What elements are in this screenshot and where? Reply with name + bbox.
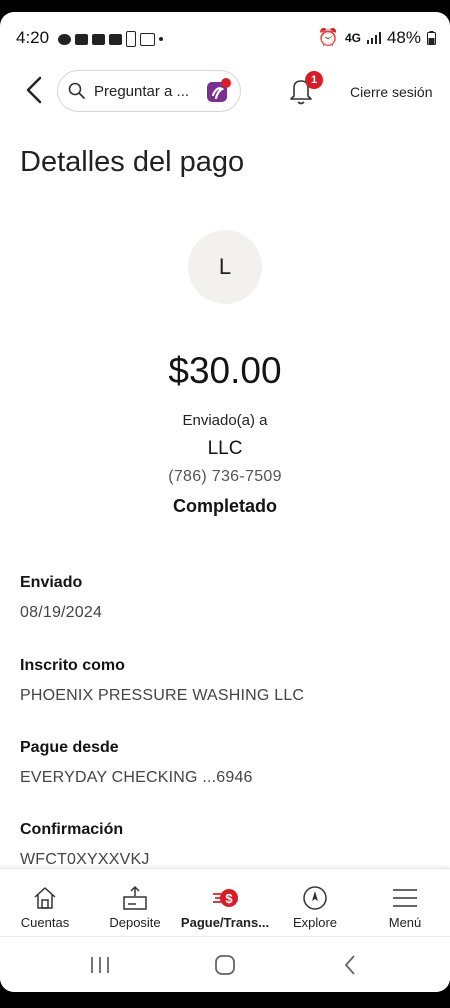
chat-icon (58, 33, 71, 45)
status-time: 4:20 (16, 28, 50, 47)
battery-level: 48% (386, 28, 421, 47)
back-button[interactable] (22, 70, 48, 110)
sent-to-label: Enviado(a) a (182, 412, 268, 429)
search-assistant-field[interactable]: Preguntar a ... (57, 70, 241, 112)
bottom-navigation: Cuentas Deposite $ Pague/Trans... Explor… (0, 868, 450, 939)
dot-icon (159, 37, 163, 41)
detail-value-sent-date: 08/19/2024 (20, 604, 103, 621)
nav-pay-transfer[interactable]: $ Pague/Trans... (180, 869, 270, 939)
nav-accounts-label: Cuentas (20, 915, 70, 930)
status-right: ⏰ 4G 48% (318, 28, 436, 48)
home-circle-icon (215, 955, 235, 975)
home-button[interactable] (205, 951, 245, 979)
detail-value-confirmation: WFCT0XYXXVKJ (20, 851, 150, 868)
nav-accounts[interactable]: Cuentas (0, 869, 90, 939)
fargo-assistant-icon (207, 78, 231, 102)
recipient-phone: (786) 736-7509 (168, 468, 282, 485)
payment-amount: $30.00 (168, 350, 282, 391)
nav-explore[interactable]: Explore (270, 869, 360, 939)
notification-badge: 1 (305, 71, 323, 89)
chevron-left-icon (26, 76, 42, 104)
pay-transfer-icon: $ (213, 889, 238, 907)
detail-label-pay-from: Pague desde (20, 739, 119, 756)
detail-value-enrolled-name: PHOENIX PRESSURE WASHING LLC (20, 687, 305, 704)
nav-menu-label: Menú (388, 915, 422, 930)
compass-icon (303, 886, 327, 910)
video-icon (75, 33, 88, 45)
system-back-button[interactable] (330, 951, 370, 979)
page-title: Detalles del pago (20, 146, 245, 178)
search-placeholder: Preguntar a ... (94, 82, 190, 100)
recipient-avatar: L (188, 230, 262, 304)
detail-label-sent: Enviado (20, 574, 83, 591)
detail-label-enrolled-as: Inscrito como (20, 657, 125, 674)
payment-status: Completado (172, 496, 277, 516)
deposit-icon (123, 885, 147, 910)
logout-link[interactable]: Cierre sesión (350, 84, 432, 100)
back-arrow-icon (344, 955, 355, 975)
notifications-button[interactable]: 1 (286, 71, 323, 106)
notification-icons (58, 31, 163, 47)
battery-icon (427, 31, 436, 45)
nav-deposit-label: Deposite (109, 915, 161, 930)
svg-text:$: $ (225, 891, 233, 906)
menu-icon (393, 889, 417, 907)
mail-icon (140, 32, 155, 46)
nav-explore-label: Explore (292, 915, 338, 930)
signal-icon (366, 32, 381, 44)
system-navigation-bar (0, 936, 450, 992)
alarm-icon: ⏰ (317, 28, 339, 47)
network-type: 4G (344, 31, 361, 45)
recent-apps-button[interactable] (80, 951, 120, 979)
search-icon (68, 82, 85, 99)
detail-value-account: EVERYDAY CHECKING ...6946 (20, 769, 253, 786)
nav-menu[interactable]: Menú (360, 869, 450, 939)
video-icon (92, 33, 105, 45)
recent-apps-icon (91, 957, 109, 973)
nav-pay-transfer-label: Pague/Trans... (180, 915, 270, 930)
video-icon (109, 33, 122, 45)
recipient-name: LLC (207, 438, 243, 459)
nav-deposit[interactable]: Deposite (90, 869, 180, 939)
detail-label-confirmation: Confirmación (20, 821, 124, 838)
home-icon (34, 887, 56, 909)
app-screen: 4:20 ⏰ 4G 48% Preguntar a ... 1 Cierre s… (0, 12, 450, 992)
phone-icon (126, 31, 136, 47)
